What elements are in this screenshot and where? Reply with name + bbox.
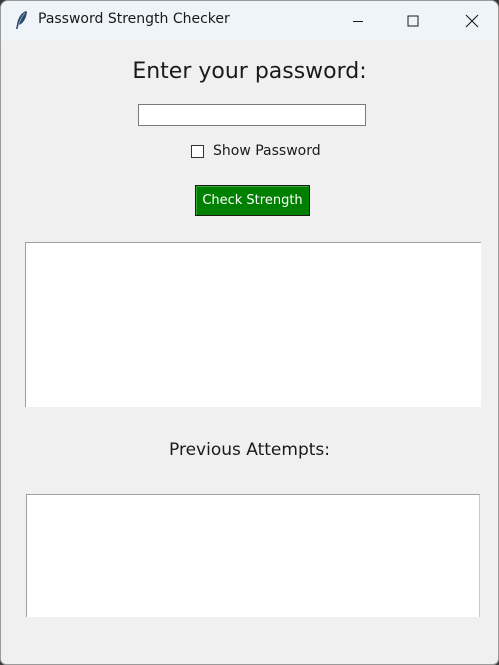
feather-icon <box>13 10 31 30</box>
password-input[interactable] <box>138 104 366 126</box>
previous-attempts-heading: Previous Attempts: <box>169 440 330 460</box>
show-password-label: Show Password <box>213 143 321 159</box>
previous-attempts-list[interactable] <box>26 494 480 617</box>
app-window: Password Strength Checker Enter your pas… <box>0 0 499 665</box>
close-icon <box>465 14 479 28</box>
title-bar[interactable]: Password Strength Checker <box>1 1 498 41</box>
strength-result-area[interactable] <box>25 242 481 407</box>
check-strength-button[interactable]: Check Strength <box>195 185 310 216</box>
show-password-toggle[interactable]: Show Password <box>191 142 321 160</box>
show-password-checkbox[interactable] <box>191 144 204 158</box>
password-heading: Enter your password: <box>132 59 367 84</box>
maximize-icon <box>407 15 419 27</box>
minimize-button[interactable] <box>335 1 381 41</box>
maximize-button[interactable] <box>390 1 436 41</box>
window-title: Password Strength Checker <box>38 11 230 27</box>
minimize-icon <box>353 21 363 22</box>
close-button[interactable] <box>449 1 495 41</box>
